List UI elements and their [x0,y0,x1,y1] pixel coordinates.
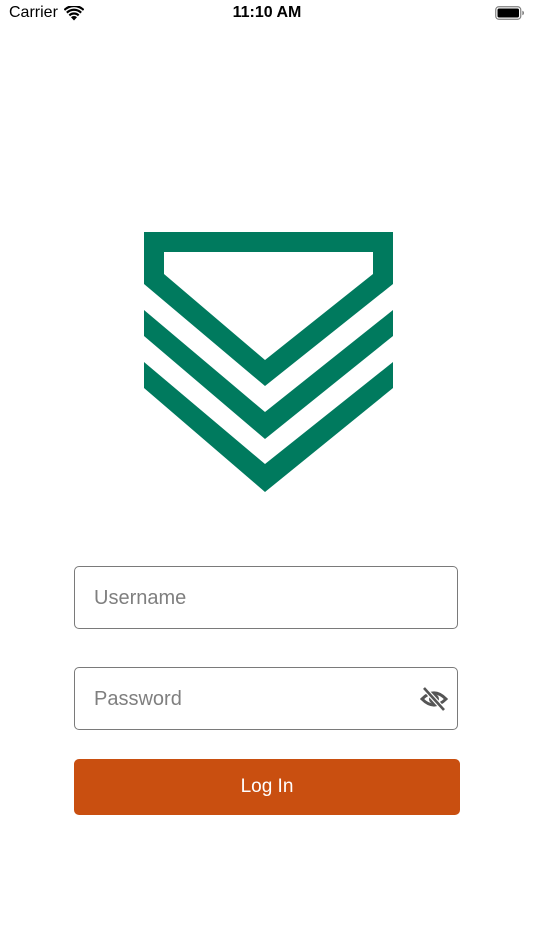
login-screen: Carrier 11:10 AM Username Log In [0,0,534,950]
password-field[interactable] [74,667,458,731]
login-button[interactable]: Log In [74,759,460,815]
status-bar: Carrier 11:10 AM [0,0,534,30]
password-input[interactable] [92,668,416,731]
battery-icon [495,6,524,20]
chevron-shield-logo [144,232,393,492]
status-right [495,6,525,25]
username-field[interactable] [74,566,458,630]
username-input[interactable] [92,567,416,630]
eye-off-icon[interactable] [420,686,448,712]
status-time: 11:10 AM [232,4,302,21]
